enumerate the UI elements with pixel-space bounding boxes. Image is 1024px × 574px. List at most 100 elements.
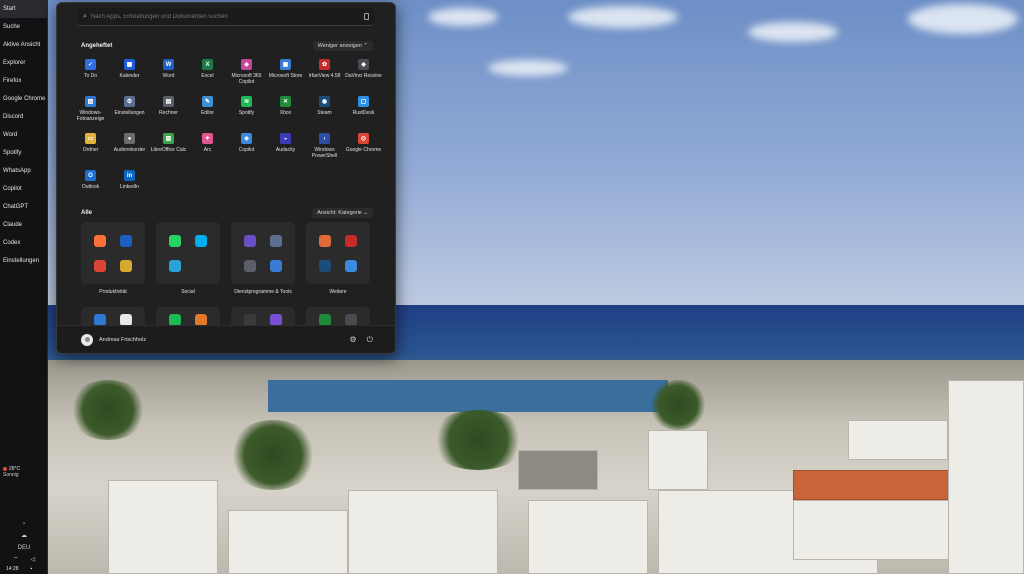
user-name[interactable]: Andreas Frischholz <box>99 337 340 343</box>
power-icon[interactable]: ⏻ <box>367 335 373 345</box>
language-indicator[interactable]: DEU <box>0 542 48 554</box>
taskbar-item-aktive-ansicht[interactable]: Aktive Ansicht <box>0 36 47 54</box>
pinned-app[interactable]: ◆ DaVinci Resolve <box>344 59 383 96</box>
pinned-app-label: Xbox <box>279 110 292 116</box>
pinned-app[interactable]: W Word <box>149 59 188 96</box>
pinned-header: Angeheftet Weniger anzeigen ⌃ <box>81 41 373 51</box>
search-icon: ⌕ <box>83 12 87 20</box>
skype-icon[interactable] <box>195 234 207 247</box>
pinned-app[interactable]: ◒ Audacity <box>266 133 305 170</box>
pinned-app[interactable]: ◎ Google Chrome <box>344 133 383 170</box>
pinned-app[interactable]: ✎ Editor <box>188 96 227 133</box>
pinned-app-label: Word <box>162 73 175 79</box>
phone-link-icon[interactable] <box>364 13 369 20</box>
app-category-folder[interactable] <box>231 222 295 284</box>
pinned-app[interactable]: ▦ Kalender <box>110 59 149 96</box>
pinned-app-label: To Do <box>83 73 98 79</box>
office-apps-icon[interactable] <box>120 259 132 272</box>
empty-slot-icon[interactable] <box>195 259 207 272</box>
pinned-app-label: Audiorekorder <box>113 147 146 153</box>
app-category[interactable]: Produktivität <box>81 222 145 295</box>
app-category-folder[interactable] <box>306 222 370 284</box>
view-category-button[interactable]: Ansicht: Kategorie ⌄ <box>312 208 373 218</box>
pinned-app[interactable]: ▭ Ordner <box>71 133 110 170</box>
taskbar-item-spotify[interactable]: Spotify <box>0 144 47 162</box>
excel-icon: X <box>202 59 213 70</box>
pinned-app-label: LibreOffice Calc <box>150 147 187 153</box>
taskbar-item-explorer[interactable]: Explorer <box>0 54 47 72</box>
app-category[interactable]: Social <box>156 222 220 295</box>
chevron-right-icon[interactable]: › <box>0 518 48 530</box>
pinned-app[interactable]: ▤ Rechner <box>149 96 188 133</box>
taskbar-item-firefox[interactable]: Firefox <box>0 72 47 90</box>
taskbar-item-discord[interactable]: Discord <box>0 108 47 126</box>
whatsapp-icon[interactable] <box>169 234 181 247</box>
taskbar-item-einstellungen[interactable]: Einstellungen <box>0 252 47 270</box>
notification-icon[interactable]: ▪ <box>31 566 33 572</box>
pinned-app[interactable]: ▣ Microsoft Store <box>266 59 305 96</box>
pinned-app[interactable]: ◈ Microsoft 365 Copilot <box>227 59 266 96</box>
photo-viewer-icon: ▧ <box>85 96 96 107</box>
taskbar-item-whatsapp[interactable]: WhatsApp <box>0 162 47 180</box>
word-icon[interactable] <box>120 234 132 247</box>
pinned-app[interactable]: ▧ Windows-Fotoanzeige <box>71 96 110 133</box>
settings-icon[interactable] <box>270 234 282 247</box>
more-apps-icon[interactable] <box>345 259 357 272</box>
pinned-app[interactable]: ✿ IrfanView 4.58 <box>305 59 344 96</box>
building <box>528 500 648 574</box>
pinned-app[interactable]: ⚙ Einstellungen <box>110 96 149 133</box>
pinned-app-label: Steam <box>317 110 332 116</box>
search-input[interactable] <box>90 13 364 20</box>
pinned-app[interactable]: ✦ Arc <box>188 133 227 170</box>
pinned-app[interactable]: ● Audiorekorder <box>110 133 149 170</box>
network-icon[interactable]: ☁ <box>0 530 48 542</box>
taskbar-item-start[interactable]: Start <box>0 0 47 18</box>
avatar[interactable] <box>81 333 93 346</box>
pinned-app[interactable]: ▥ LibreOffice Calc <box>149 133 188 170</box>
pinned-app[interactable]: ≋ Spotify <box>227 96 266 133</box>
steam-icon[interactable] <box>319 259 331 272</box>
app-red-icon[interactable] <box>345 234 357 247</box>
taskbar-item-chatgpt[interactable]: ChatGPT <box>0 198 47 216</box>
app-category-folder[interactable] <box>81 222 145 284</box>
calculator-icon[interactable] <box>244 259 256 272</box>
notepad-icon: ✎ <box>202 96 213 107</box>
pinned-app[interactable]: ✕ Xbox <box>266 96 305 133</box>
rustdesk-icon: ▢ <box>358 96 369 107</box>
pinned-app[interactable]: O Outlook <box>71 170 110 207</box>
settings-icon[interactable]: ⚙ <box>350 335 357 344</box>
taskbar-item-word[interactable]: Word <box>0 126 47 144</box>
copilot-icon: ◈ <box>241 133 252 144</box>
cloud <box>488 60 568 76</box>
taskbar-item-codex[interactable]: Codex <box>0 234 47 252</box>
volume-icon[interactable]: ◁ <box>31 554 36 566</box>
pinned-app-label: RustDesk <box>352 110 375 116</box>
pinned-app[interactable]: ◈ Copilot <box>227 133 266 170</box>
firefox-icon[interactable] <box>94 234 106 247</box>
snipping-tool-icon[interactable] <box>244 234 256 247</box>
tools-group-icon[interactable] <box>270 259 282 272</box>
app-category-folder[interactable] <box>156 222 220 284</box>
search-box[interactable]: ⌕ <box>77 8 375 26</box>
pinned-app[interactable]: ◉ Steam <box>305 96 344 133</box>
pinned-app[interactable]: in LinkedIn <box>110 170 149 207</box>
pinned-app[interactable]: ▢ RustDesk <box>344 96 383 133</box>
app-category[interactable]: Dienstprogramme & Tools <box>231 222 295 295</box>
pinned-app[interactable]: › Windows PowerShell <box>305 133 344 170</box>
pinned-app[interactable]: X Excel <box>188 59 227 96</box>
clock-time[interactable]: 14:28 <box>6 566 19 572</box>
chrome-icon[interactable] <box>94 259 106 272</box>
pinned-app-label: IrfanView 4.58 <box>308 73 341 79</box>
app-category[interactable]: Weitere <box>306 222 370 295</box>
taskbar-item-google-chrome[interactable]: Google Chrome <box>0 90 47 108</box>
app-orange-icon[interactable] <box>319 234 331 247</box>
show-less-button[interactable]: Weniger anzeigen ⌃ <box>312 41 373 51</box>
pinned-app[interactable]: ✓ To Do <box>71 59 110 96</box>
taskbar-item-copilot[interactable]: Copilot <box>0 180 47 198</box>
telegram-icon[interactable] <box>169 259 181 272</box>
taskbar-item-claude[interactable]: Claude <box>0 216 47 234</box>
taskbar-item-suche[interactable]: Suche <box>0 18 47 36</box>
linkedin-icon: in <box>124 170 135 181</box>
wifi-icon[interactable]: ⌔ <box>13 554 19 566</box>
building <box>648 430 708 490</box>
